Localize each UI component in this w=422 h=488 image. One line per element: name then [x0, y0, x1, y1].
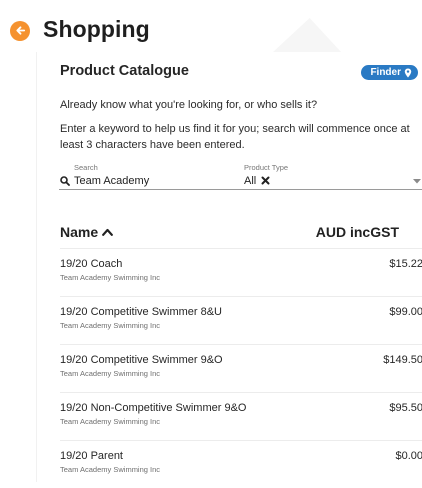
product-price: $149.50: [383, 354, 422, 366]
product-type-select[interactable]: All: [243, 172, 422, 190]
intro-text: Already know what you're looking for, or…: [60, 99, 318, 111]
finder-button[interactable]: Finder: [361, 65, 418, 80]
chevron-up-icon: [102, 228, 114, 236]
product-seller: Team Academy Swimming Inc: [60, 417, 161, 426]
product-price: $99.00: [389, 306, 422, 318]
table-row[interactable]: 19/20 Competitive Swimmer 9&O Team Acade…: [60, 345, 422, 393]
product-name: 19/20 Competitive Swimmer 8&U: [60, 306, 223, 318]
product-price: $95.50: [389, 402, 422, 414]
search-instructions: Enter a keyword to help us find it for y…: [60, 123, 410, 151]
search-icon: [60, 175, 70, 186]
product-seller: Team Academy Swimming Inc: [60, 465, 161, 474]
back-button[interactable]: [10, 20, 30, 41]
arrow-left-icon: [15, 26, 25, 35]
product-catalogue-card: Product Catalogue Finder Already know wh…: [36, 52, 422, 482]
product-name: 19/20 Parent: [60, 450, 123, 462]
table-row[interactable]: 19/20 Parent Team Academy Swimming Inc $…: [60, 441, 422, 488]
product-seller: Team Academy Swimming Inc: [60, 273, 161, 282]
catalogue-title: Product Catalogue: [60, 63, 189, 79]
product-type-value: All: [244, 174, 257, 187]
search-input[interactable]: [74, 174, 254, 187]
product-seller: Team Academy Swimming Inc: [60, 321, 161, 330]
price-column-header[interactable]: AUD incGST: [316, 224, 399, 240]
finder-label: Finder: [370, 67, 401, 78]
product-price: $15.22: [389, 258, 422, 270]
search-field: [59, 172, 273, 190]
product-seller: Team Academy Swimming Inc: [60, 369, 161, 378]
product-type-label: Product Type: [244, 163, 289, 172]
name-column-label: Name: [60, 224, 99, 240]
map-pin-icon: [404, 68, 412, 77]
table-row[interactable]: 19/20 Competitive Swimmer 8&U Team Acade…: [60, 297, 422, 345]
page-header: Shopping: [10, 16, 150, 43]
caret-down-icon: [413, 179, 421, 184]
table-row[interactable]: 19/20 Coach Team Academy Swimming Inc $1…: [60, 249, 422, 297]
name-column-header[interactable]: Name: [60, 224, 114, 240]
search-label: Search: [74, 163, 98, 172]
page-title: Shopping: [43, 16, 150, 42]
product-name: 19/20 Non-Competitive Swimmer 9&O: [60, 402, 247, 414]
product-name: 19/20 Coach: [60, 258, 123, 270]
product-price: $0.00: [395, 450, 422, 462]
product-name: 19/20 Competitive Swimmer 9&O: [60, 354, 223, 366]
table-row[interactable]: 19/20 Non-Competitive Swimmer 9&O Team A…: [60, 393, 422, 441]
